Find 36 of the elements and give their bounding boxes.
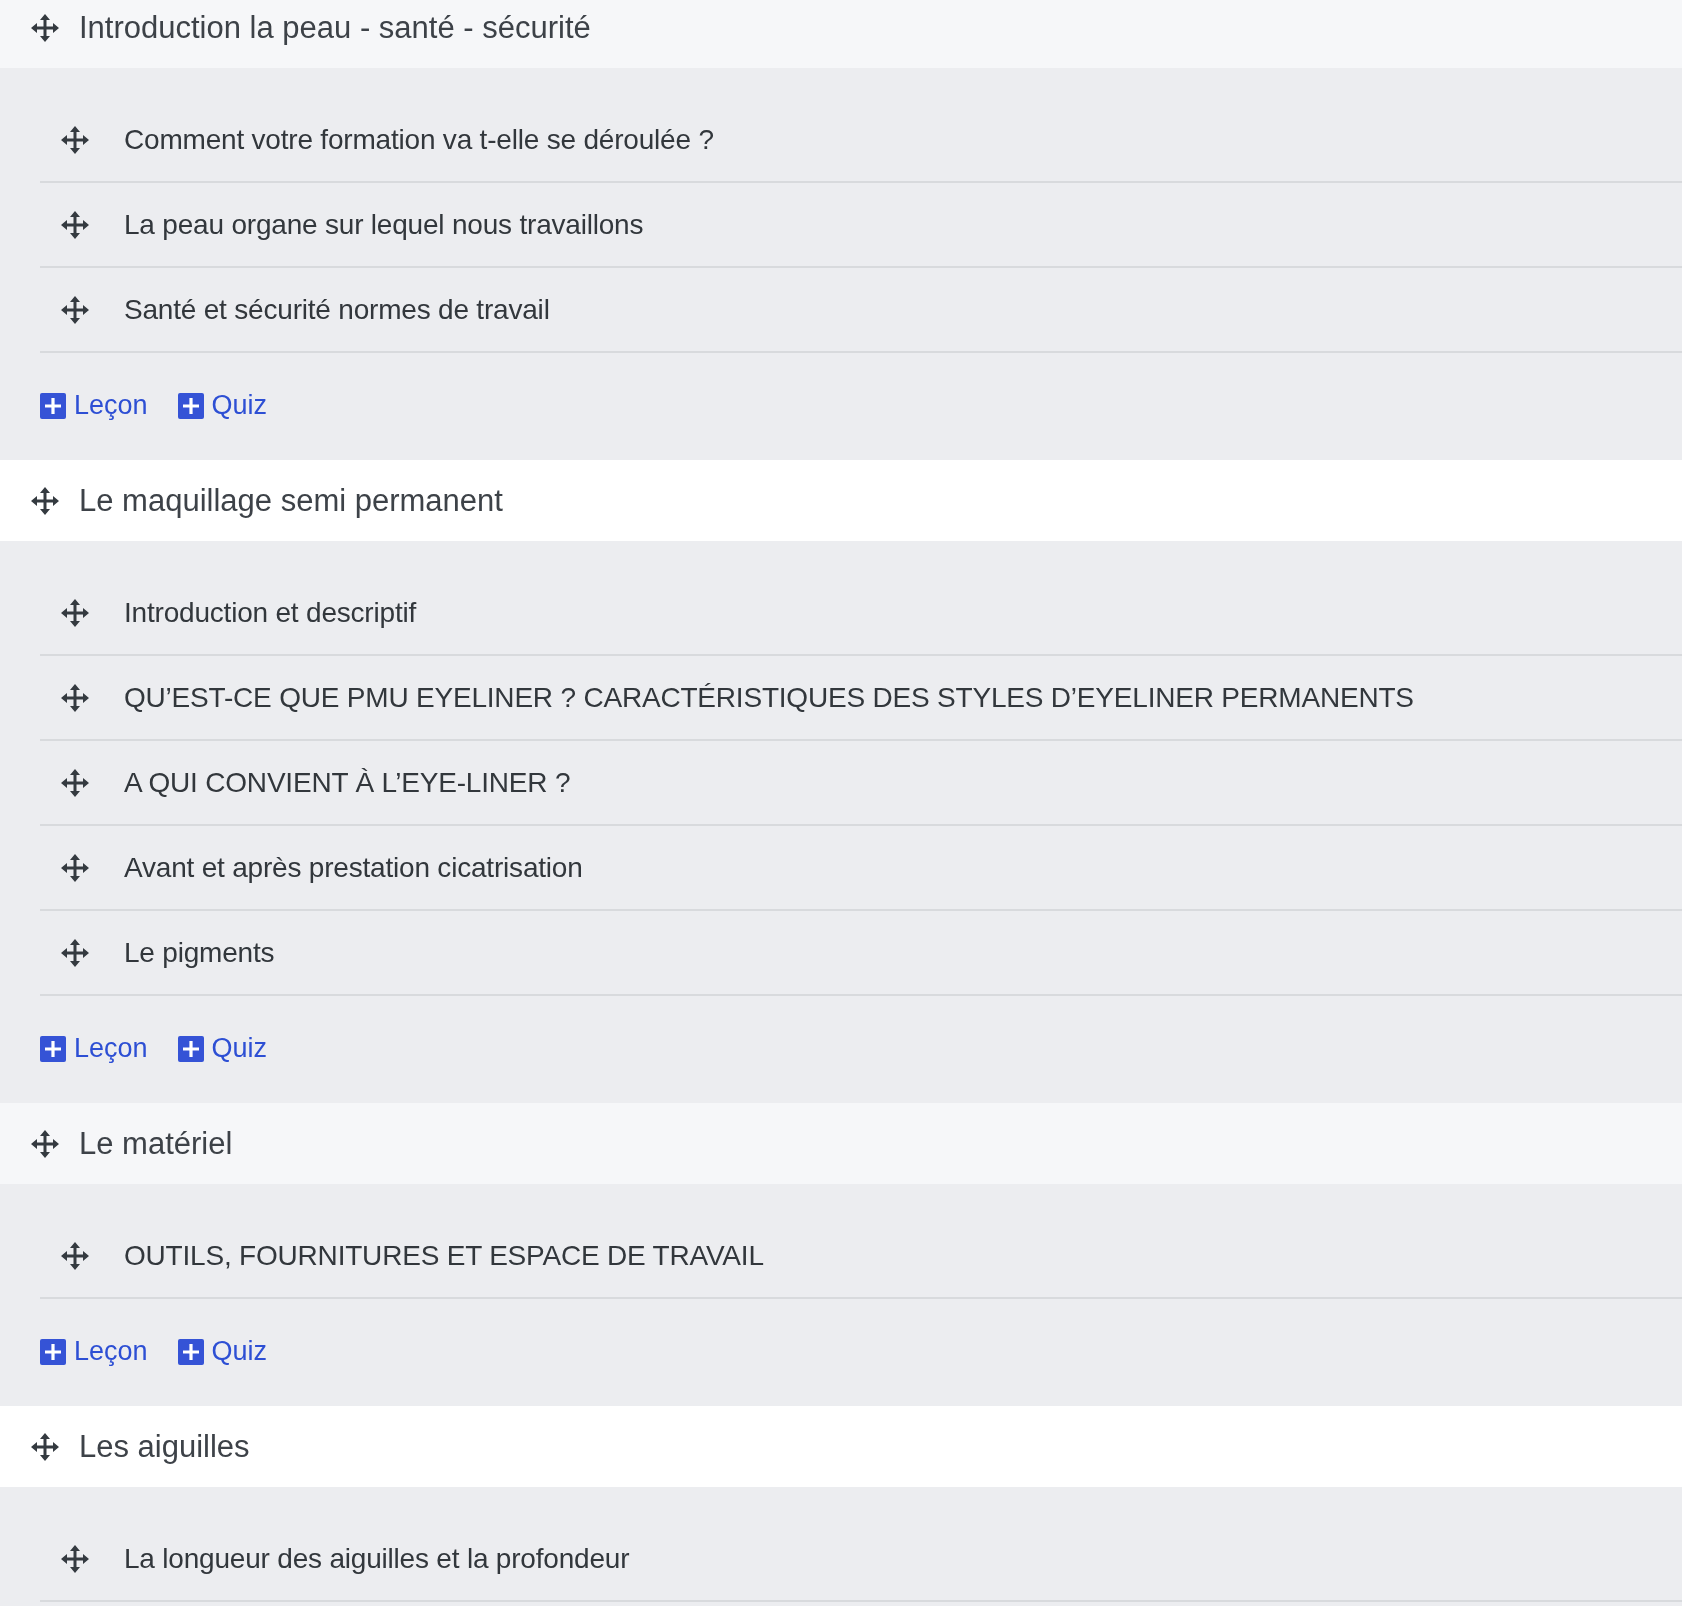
section-title: Les aiguilles <box>79 1428 250 1465</box>
lesson-row[interactable]: QU’EST-CE QUE PMU EYELINER ? CARACTÉRISTIQUES DES STYLES D’EYELINER PERMANENTS <box>40 656 1682 741</box>
lesson-row[interactable]: La peau organe sur lequel nous travaillons <box>40 183 1682 268</box>
add-link[interactable]: Leçon <box>40 1033 148 1064</box>
plus-icon <box>177 1338 204 1365</box>
lesson-title: La longueur des aiguilles et la profondeur <box>124 1542 630 1575</box>
plus-icon <box>177 392 204 419</box>
add-link[interactable]: Quiz <box>177 390 268 421</box>
lesson-row[interactable]: Santé et sécurité normes de travail <box>40 268 1682 353</box>
section-title: Le maquillage semi permanent <box>79 482 503 519</box>
plus-icon <box>177 1035 204 1062</box>
lesson-title: OUTILS, FOURNITURES ET ESPACE DE TRAVAIL <box>124 1239 764 1272</box>
lesson-title: Le pigments <box>124 936 275 969</box>
lesson-title: Comment votre formation va t-elle se déroulée ? <box>124 123 714 156</box>
section-title: Introduction la peau - santé - sécurité <box>79 9 591 46</box>
lesson-title: Santé et sécurité normes de travail <box>124 293 550 326</box>
lesson-row[interactable]: Introduction et descriptif <box>40 571 1682 656</box>
lesson-row[interactable]: A QUI CONVIENT À L’EYE-LINER ? <box>40 741 1682 826</box>
lesson-title: QU’EST-CE QUE PMU EYELINER ? CARACTÉRISTIQUES DES STYLES D’EYELINER PERMANENTS <box>124 681 1414 714</box>
add-link[interactable]: Leçon <box>40 1336 148 1367</box>
plus-icon <box>40 1338 66 1365</box>
lesson-row[interactable]: Le pigments <box>40 911 1682 996</box>
plus-icon <box>40 1035 66 1062</box>
add-link[interactable]: Quiz <box>177 1336 268 1367</box>
lesson-title: A QUI CONVIENT À L’EYE-LINER ? <box>124 766 571 799</box>
plus-icon <box>40 392 66 419</box>
lesson-row[interactable]: Avant et après prestation cicatrisation <box>40 826 1682 911</box>
add-link[interactable]: Quiz <box>177 1033 268 1064</box>
lesson-title: La peau organe sur lequel nous travaillons <box>124 208 644 241</box>
add-link[interactable]: Leçon <box>40 390 148 421</box>
lesson-row[interactable]: Comment votre formation va t-elle se déroulée ? <box>40 98 1682 183</box>
lesson-row[interactable]: La longueur des aiguilles et la profondeur <box>40 1517 1682 1602</box>
lesson-row[interactable]: OUTILS, FOURNITURES ET ESPACE DE TRAVAIL <box>40 1214 1682 1299</box>
lesson-title: Introduction et descriptif <box>124 596 417 629</box>
lesson-title: Avant et après prestation cicatrisation <box>124 851 583 884</box>
section-title: Le matériel <box>79 1125 233 1162</box>
